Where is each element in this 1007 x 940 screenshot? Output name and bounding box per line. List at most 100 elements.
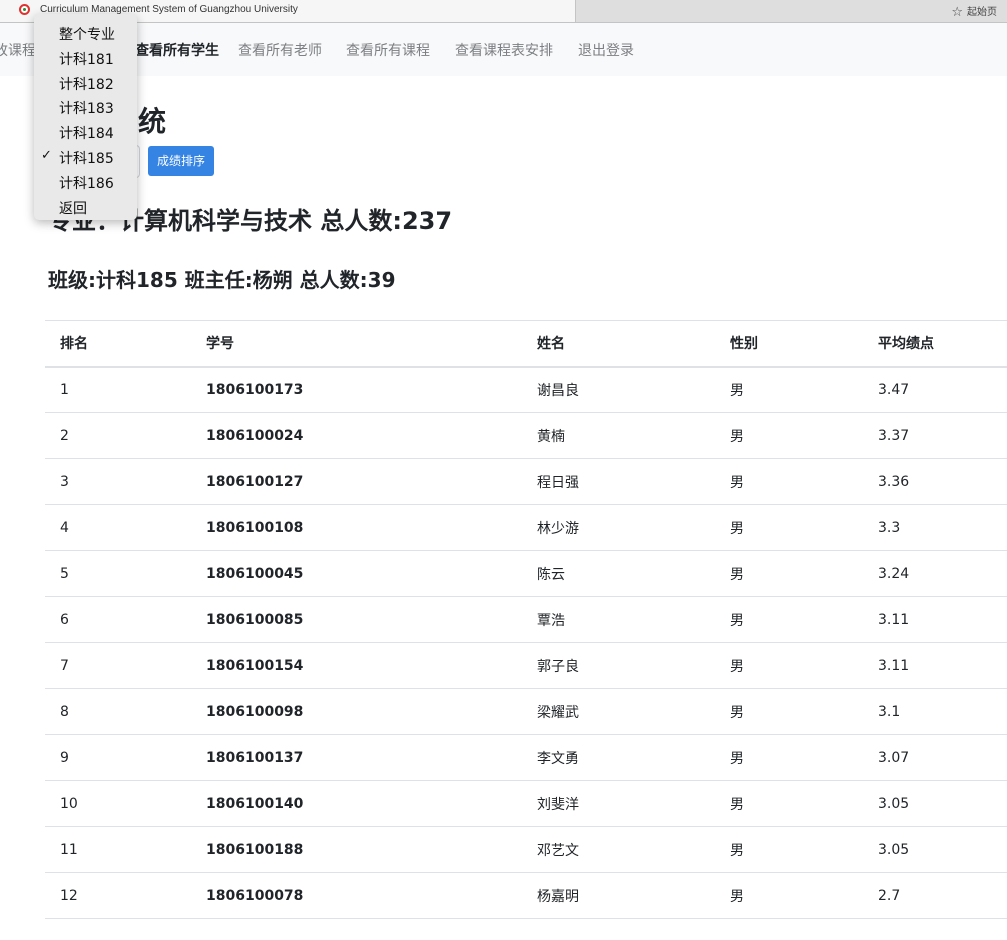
rank-cell: 5 [45, 550, 191, 597]
student-id-cell: 1806100108 [191, 504, 522, 551]
table-row: 9 1806100137 李文勇男 3.07 [45, 734, 1007, 781]
student-id-cell: 1806100085 [191, 596, 522, 643]
dropdown-option-label: 整个专业 [59, 27, 115, 43]
rank-cell: 1 [45, 366, 191, 413]
student-id-cell: 1806100078 [191, 872, 522, 919]
dropdown-option-label: 计科181 [59, 51, 114, 68]
col-header-gpa: 平均绩点 [863, 320, 1007, 368]
gpa-cell: 3.24 [863, 550, 1007, 597]
col-header-rank: 排名 [45, 320, 191, 368]
nav-item-all-teachers[interactable]: 查看所有老师 [238, 40, 322, 60]
dropdown-option-label: 计科185 [59, 151, 114, 167]
gender-cell: 男 [715, 688, 863, 735]
rank-cell: 9 [45, 734, 191, 781]
gender-cell: 男 [715, 458, 863, 505]
rank-cell: 2 [45, 412, 191, 459]
dropdown-option[interactable]: 计科183 [34, 95, 137, 119]
student-id-cell: 1806100140 [191, 780, 522, 827]
sort-by-grade-button[interactable]: 成绩排序 [148, 146, 215, 176]
bookmark-label: 起始页 [967, 7, 997, 18]
gpa-cell: 3.11 [863, 596, 1007, 643]
name-cell: 李文勇 [522, 734, 715, 781]
gpa-cell: 3.1 [863, 688, 1007, 735]
name-cell: 杨嘉明 [522, 872, 715, 919]
rank-cell: 4 [45, 504, 191, 551]
gender-cell: 男 [715, 596, 863, 643]
dropdown-option-label: 返回 [59, 200, 87, 217]
rank-cell: 7 [45, 642, 191, 689]
dropdown-option-label: 计科182 [59, 76, 114, 93]
navbar: 改课程 查看所有学生 查看所有老师 查看所有课程 查看课程表安排 退出登录 [0, 23, 1007, 76]
table-row: 6 1806100085 覃浩男 3.11 [45, 596, 1007, 643]
gender-cell: 男 [715, 642, 863, 689]
table-row: 1 1806100173 谢昌良男 3.47 [45, 366, 1007, 413]
col-header-gender: 性别 [715, 320, 863, 368]
gpa-cell: 3.05 [863, 826, 1007, 873]
name-cell: 刘斐洋 [522, 780, 715, 827]
dropdown-option-label: 计科186 [59, 175, 114, 192]
dropdown-option[interactable]: 返回 [34, 195, 137, 219]
table-row: 8 1806100098 梁耀武男 3.1 [45, 688, 1007, 735]
table-row: 5 1806100045 陈云男 3.24 [45, 550, 1007, 597]
name-cell: 黄楠 [522, 412, 715, 459]
gpa-cell: 3.07 [863, 734, 1007, 781]
table-row: 11 1806100188 邓艺文男 3.05 [45, 826, 1007, 873]
gender-cell: 男 [715, 826, 863, 873]
gender-cell: 男 [715, 872, 863, 919]
student-id-cell: 1806100154 [191, 642, 522, 689]
rank-cell: 3 [45, 458, 191, 505]
nav-item-edit-course[interactable]: 改课程 [0, 40, 36, 60]
dropdown-option[interactable]: 计科186 [34, 170, 137, 194]
table-row: 7 1806100154 郭子良男 3.11 [45, 642, 1007, 689]
col-header-name: 姓名 [522, 320, 715, 368]
gpa-cell: 3.36 [863, 458, 1007, 505]
table-row: 2 1806100024 黄楠男 3.37 [45, 412, 1007, 459]
dropdown-option-label: 计科184 [59, 126, 114, 143]
name-cell: 覃浩 [522, 596, 715, 643]
table-row: 10 1806100140 刘斐洋男 3.05 [45, 780, 1007, 827]
name-cell: 郭子良 [522, 642, 715, 689]
rank-cell: 8 [45, 688, 191, 735]
bookmark-start-page[interactable]: ☆ 起始页 [951, 3, 997, 20]
table-row: 4 1806100108 林少游男 3.3 [45, 504, 1007, 551]
name-cell: 梁耀武 [522, 688, 715, 735]
gender-cell: 男 [715, 504, 863, 551]
gpa-cell: 3.11 [863, 642, 1007, 689]
class-heading: 班级:计科185 班主任:杨朔 总人数:39 [48, 268, 396, 292]
class-select-dropdown: 整个专业计科181 计科182 计科183 计科184 ✓ 计科185 计科186 返回 [34, 14, 137, 220]
name-cell: 林少游 [522, 504, 715, 551]
student-id-cell: 1806100045 [191, 550, 522, 597]
gender-cell: 男 [715, 550, 863, 597]
gpa-cell: 3.3 [863, 504, 1007, 551]
nav-item-logout[interactable]: 退出登录 [578, 40, 634, 60]
gender-cell: 男 [715, 780, 863, 827]
gpa-cell: 3.47 [863, 366, 1007, 413]
student-id-cell: 1806100024 [191, 412, 522, 459]
col-header-student-id: 学号 [191, 320, 522, 368]
gpa-cell: 3.37 [863, 412, 1007, 459]
dropdown-option-label: 计科183 [59, 101, 114, 118]
gender-cell: 男 [715, 366, 863, 413]
gender-cell: 男 [715, 412, 863, 459]
star-icon: ☆ [951, 5, 963, 20]
dropdown-option[interactable]: 计科182 [34, 71, 137, 95]
student-ranking-table: 排名 学号 姓名 性别 平均绩点 1 1806100173 谢昌良男 3.47 2 180… [45, 320, 1007, 919]
gender-cell: 男 [715, 734, 863, 781]
nav-item-all-students[interactable]: 查看所有学生 [135, 40, 219, 60]
name-cell: 陈云 [522, 550, 715, 597]
dropdown-option[interactable]: 整个专业 [34, 21, 137, 45]
dropdown-option[interactable]: 计科181 [34, 46, 137, 70]
table-row: 3 1806100127 程日强男 3.36 [45, 458, 1007, 505]
student-id-cell: 1806100137 [191, 734, 522, 781]
student-id-cell: 1806100098 [191, 688, 522, 735]
table-row: 12 1806100078 杨嘉明男 2.7 [45, 872, 1007, 919]
rank-cell: 10 [45, 780, 191, 827]
nav-item-schedule[interactable]: 查看课程表安排 [455, 40, 553, 60]
table-header-row: 排名 学号 姓名 性别 平均绩点 [45, 320, 1007, 368]
dropdown-option[interactable]: ✓ 计科185 [34, 145, 137, 169]
nav-item-all-courses[interactable]: 查看所有课程 [346, 40, 430, 60]
page-title: 统 [138, 105, 167, 138]
gpa-cell: 3.05 [863, 780, 1007, 827]
dropdown-option[interactable]: 计科184 [34, 120, 137, 144]
rank-cell: 11 [45, 826, 191, 873]
